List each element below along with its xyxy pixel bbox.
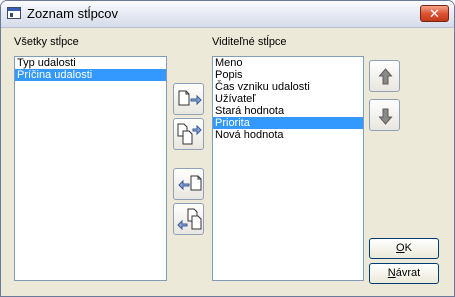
add-column-button[interactable] xyxy=(173,83,204,115)
ok-mnemonic: O xyxy=(396,242,405,254)
list-item[interactable]: Typ udalosti xyxy=(15,57,166,69)
all-columns-label: Všetky stĺpce xyxy=(14,36,79,48)
title-bar[interactable]: Zoznam stĺpcov ✕ xyxy=(1,1,454,28)
back-button[interactable]: Návrat xyxy=(369,263,439,284)
visible-columns-listbox[interactable]: Meno Popis Čas vzniku udalosti Užívateľ Star… xyxy=(212,56,364,281)
ok-label-rest: K xyxy=(404,242,412,254)
app-window-icon xyxy=(7,7,21,19)
list-item[interactable]: Stará hodnota xyxy=(213,105,363,117)
move-up-button[interactable] xyxy=(369,60,400,92)
remove-column-button[interactable] xyxy=(173,168,204,200)
arrow-down-icon xyxy=(378,108,393,125)
list-item[interactable]: Čas vzniku udalosti xyxy=(213,81,363,93)
dialog-window: Zoznam stĺpcov ✕ Všetky stĺpce Typ udalo… xyxy=(0,0,455,297)
remove-all-columns-button[interactable] xyxy=(173,203,204,235)
visible-columns-label: Viditeľné stĺpce xyxy=(212,36,287,48)
back-mnemonic: N xyxy=(387,267,396,279)
ok-button[interactable]: OK xyxy=(369,238,439,259)
arrow-up-icon xyxy=(378,68,393,85)
list-item[interactable]: Užívateľ xyxy=(213,93,363,105)
move-down-button[interactable] xyxy=(369,99,400,131)
remove-one-icon xyxy=(178,175,202,191)
add-one-icon xyxy=(178,90,202,106)
add-all-columns-button[interactable] xyxy=(173,118,204,150)
dialog-client: Všetky stĺpce Typ udalosti Príčina udalos… xyxy=(1,28,454,296)
list-item[interactable]: Popis xyxy=(213,69,363,81)
remove-all-icon xyxy=(177,208,202,231)
add-all-icon xyxy=(177,123,202,145)
list-item[interactable]: Priorita xyxy=(213,117,363,129)
all-columns-listbox[interactable]: Typ udalosti Príčina udalosti xyxy=(14,56,167,281)
window-title: Zoznam stĺpcov xyxy=(27,6,119,21)
list-item[interactable]: Meno xyxy=(213,57,363,69)
list-item[interactable]: Príčina udalosti xyxy=(15,69,166,81)
close-button[interactable]: ✕ xyxy=(420,5,449,22)
back-label-rest: ávrat xyxy=(395,267,421,279)
list-item[interactable]: Nová hodnota xyxy=(213,129,363,141)
